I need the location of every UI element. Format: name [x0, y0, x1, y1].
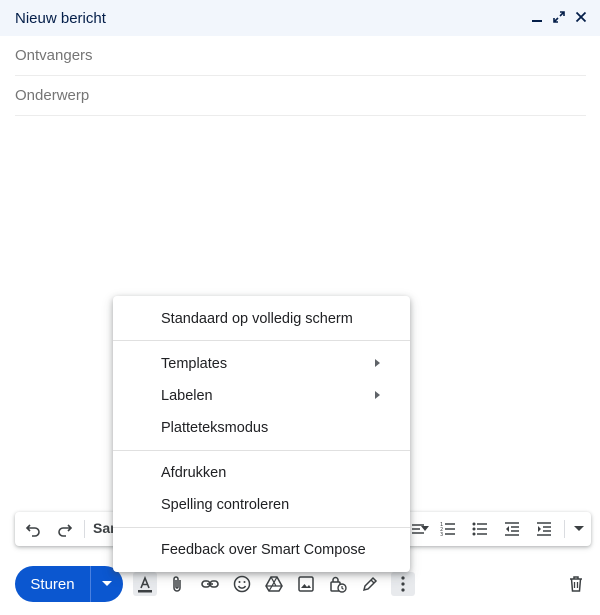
menu-item-print[interactable]: Afdrukken — [113, 457, 410, 489]
compose-title: Nieuw bericht — [15, 9, 106, 27]
menu-item-label: Standaard op volledig scherm — [161, 311, 353, 327]
menu-item-label: Spelling controleren — [161, 497, 290, 513]
menu-item-label: Afdrukken — [161, 465, 227, 481]
expand-icon[interactable] — [550, 8, 568, 26]
undo-icon[interactable] — [21, 517, 45, 541]
menu-item-label: Labelen — [161, 388, 213, 404]
send-button[interactable]: Sturen — [15, 566, 91, 602]
toolbar-divider — [564, 520, 565, 538]
chevron-down-icon — [102, 581, 112, 586]
link-icon[interactable] — [198, 572, 222, 596]
attach-icon[interactable] — [165, 572, 189, 596]
window-controls — [528, 8, 590, 26]
menu-item-label: Templates — [161, 356, 228, 372]
toolbar-divider — [84, 520, 85, 538]
compose-titlebar: Nieuw bericht — [0, 0, 600, 36]
menu-item-fullscreen[interactable]: Standaard op volledig scherm — [113, 303, 410, 335]
align-dropdown-icon[interactable] — [419, 517, 431, 541]
more-options-menu: Standaard op volledig scherm Templates L… — [113, 296, 410, 572]
minimize-icon[interactable] — [528, 8, 546, 26]
menu-item-plain-text[interactable]: Platteteksmodus — [113, 412, 410, 444]
close-icon[interactable] — [572, 8, 590, 26]
menu-item-smart-compose-feedback[interactable]: Feedback over Smart Compose — [113, 534, 410, 566]
emoji-icon[interactable] — [230, 572, 254, 596]
menu-item-label: Platteteksmodus — [161, 420, 269, 436]
menu-item-labels[interactable]: Labelen — [113, 380, 410, 412]
delete-icon[interactable] — [564, 572, 588, 596]
submenu-arrow-icon — [375, 359, 380, 367]
confidential-mode-icon[interactable] — [326, 572, 350, 596]
more-formatting-icon[interactable] — [567, 517, 591, 541]
menu-divider — [113, 527, 410, 528]
indent-less-icon[interactable] — [500, 517, 524, 541]
recipients-field — [15, 36, 586, 76]
signature-icon[interactable] — [358, 572, 382, 596]
drive-icon[interactable] — [262, 572, 286, 596]
menu-item-templates[interactable]: Templates — [113, 348, 410, 380]
subject-field — [15, 76, 586, 116]
subject-input[interactable] — [15, 87, 586, 104]
bulleted-list-icon[interactable] — [468, 517, 492, 541]
menu-divider — [113, 340, 410, 341]
menu-item-spellcheck[interactable]: Spelling controleren — [113, 489, 410, 521]
svg-text:3: 3 — [440, 532, 443, 537]
submenu-arrow-icon — [375, 391, 380, 399]
redo-icon[interactable] — [53, 517, 77, 541]
indent-more-icon[interactable] — [532, 517, 556, 541]
menu-item-label: Feedback over Smart Compose — [161, 542, 366, 558]
recipients-input[interactable] — [15, 47, 586, 64]
send-group: Sturen — [15, 566, 123, 602]
text-format-icon[interactable] — [133, 572, 157, 596]
numbered-list-icon[interactable]: 123 — [436, 517, 460, 541]
photo-icon[interactable] — [294, 572, 318, 596]
more-options-icon[interactable] — [391, 572, 415, 596]
menu-divider — [113, 450, 410, 451]
